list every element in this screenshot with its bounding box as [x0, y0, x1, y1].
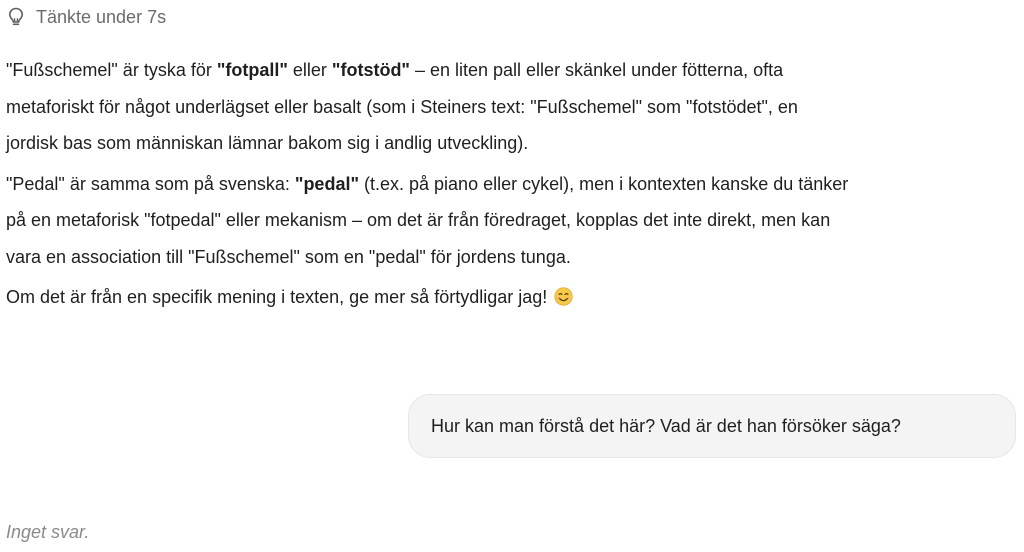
p1-bold-fotstod: "fotstöd": [331, 60, 410, 80]
thinking-duration-label: Tänkte under 7s: [36, 6, 167, 27]
user-message-bubble: Hur kan man förstå det här? Vad är det h…: [408, 394, 1016, 458]
answer-paragraph-2: "Pedal" är samma som på svenska: "pedal"…: [6, 166, 1020, 276]
p1-line-2: metaforiskt för något underlägset eller …: [6, 96, 798, 117]
assistant-message: "Fußschemel" är tyska för "fotpall" elle…: [6, 52, 1020, 316]
p2-line-3: vara en association till "Fußschemel" so…: [6, 246, 571, 267]
p1-line-3: jordisk bas som människan lämnar bakom s…: [6, 133, 529, 153]
no-reply-status: Inget svar.: [6, 522, 90, 542]
answer-paragraph-3: Om det är från en specifik mening i text…: [6, 279, 1020, 316]
p2-text-1: "Pedal" är samma som på svenska:: [6, 173, 295, 194]
lightbulb-icon: [6, 6, 26, 28]
user-message-text: Hur kan man förstå det här? Vad är det h…: [431, 415, 901, 436]
p1-text-2: eller: [287, 60, 332, 80]
smiling-face-emoji-icon: [554, 282, 573, 306]
p1-bold-fotpall: "fotpall": [216, 60, 288, 80]
p1-text-3: – en liten pall eller skänkel under fött…: [409, 60, 784, 80]
thinking-toggle[interactable]: Tänkte under 7s: [6, 4, 166, 30]
p2-text-2: (t.ex. på piano eller cykel), men i kont…: [359, 173, 849, 194]
answer-paragraph-1: "Fußschemel" är tyska för "fotpall" elle…: [6, 52, 1020, 162]
p3-text: Om det är från en specifik mening i text…: [6, 287, 548, 307]
p2-bold-pedal: "pedal": [294, 173, 359, 194]
p1-text-1: "Fußschemel" är tyska för: [6, 60, 217, 80]
p2-line-2: på en metaforisk "fotpedal" eller mekani…: [6, 210, 831, 230]
